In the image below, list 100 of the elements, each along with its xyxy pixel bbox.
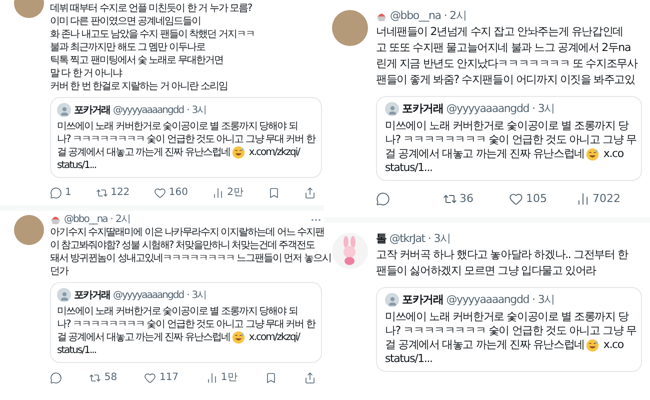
separator-dot: · bbox=[186, 288, 189, 302]
default-avatar-icon bbox=[57, 288, 71, 302]
quoted-tweet[interactable]: 포카거래 @yyyyaaaangdd · 3시 미쓰에이 노래 커버한거로 숯이공이로 별 조롱까지 당해야 되 나? ㅋㅋㅋㅋㅋㅋㅋㅋ 숯이 언급한 것도 아니고 그냥 무대 커버 한 걸 공계에서 대놓고 까는게 진짜 유난스럽네 x.com/zkzqi/ status/1... bbox=[50, 282, 322, 363]
quoted-tweet[interactable]: 포카거래 @yyyyaaaangdd · 3시 미쓰에이 노래 커버한거로 숯이공이로 별 조롱까지 당 나? ㅋㅋㅋㅋㅋㅋㅋㅋ 숯이 언급한 것도 아니고 그냥 무 걸 공계에서 대놓고 까는게 진짜 유난스럽네 x.co status/1... bbox=[376, 287, 642, 372]
user-handle: @tkrJat bbox=[389, 231, 425, 247]
quote-text: 미쓰에이 노래 커버한거로 숯이공이로 별 조롱까지 당해야 되 bbox=[57, 305, 298, 318]
display-name: 톨 bbox=[376, 231, 386, 247]
separator-dot: · bbox=[186, 104, 189, 116]
default-avatar-icon bbox=[57, 103, 71, 117]
post-time: 2시 bbox=[115, 213, 130, 226]
action-count: 2만 bbox=[227, 186, 244, 199]
tweet-text: 틱톡 찍고 팬미팅에서 숯 노래로 무대한거면 bbox=[50, 54, 223, 67]
user-handle: @yyyyaaaangdd bbox=[446, 293, 530, 307]
tweet-text: 팬들이 좋게 봐줌? 수지팬들이 어디까지 이짓을 봐주고있 bbox=[376, 72, 635, 88]
link-text[interactable]: x.co bbox=[603, 147, 624, 161]
tweet-text: 이 참고봐줘야함? 성불 시험해? 처맞을만하니 처맞는건데 주객전도 bbox=[50, 239, 315, 252]
photo-placeholder bbox=[14, 215, 44, 245]
tweet-text: 돼서 방귀뀐놈이 성내고있네ㅋㅋㅋㅋㅋㅋㅋㅋ 느그팬들이 먼저 놓으시 bbox=[50, 252, 331, 265]
link-text[interactable]: x.com/zkzqi/ bbox=[248, 331, 300, 344]
heart-icon[interactable] bbox=[509, 192, 523, 206]
separator-dot: · bbox=[428, 231, 431, 247]
reply-icon[interactable] bbox=[50, 186, 62, 198]
tweet-text: 불과 최근까지만 해도 그 멤만 이두나로 bbox=[50, 41, 205, 54]
post-time: 3시 bbox=[192, 288, 206, 302]
link-text[interactable]: x.co bbox=[603, 338, 624, 352]
action-count: 1 bbox=[65, 186, 72, 199]
user-handle: @bbo__na bbox=[64, 213, 108, 226]
quote-text: 걸 공계에서 대놓고 까는게 진짜 유난스럽네 bbox=[57, 146, 230, 159]
tweet-text: 너네팬들이 2년넘게 수지 잡고 안놔주는게 유난갑인데 bbox=[376, 24, 623, 40]
display-name: 포카거래 bbox=[402, 102, 444, 116]
quote-text: 걸 공계에서 대놓고 까는게 진짜 유난스럽네 bbox=[385, 147, 584, 161]
retweet-icon[interactable] bbox=[89, 372, 102, 384]
quote-text: 미쓰에이 노래 커버한거로 숯이공이로 별 조롱까지 당 bbox=[385, 310, 628, 324]
post-time: 3시 bbox=[538, 102, 554, 116]
reply-icon[interactable] bbox=[50, 372, 62, 384]
separator-dot: · bbox=[444, 8, 447, 24]
display-name: 포카거래 bbox=[74, 288, 110, 302]
action-count: 160 bbox=[168, 186, 188, 199]
bar-chart-icon[interactable] bbox=[212, 186, 224, 198]
tweet-text: 팬들이 싫어하겠지 모르면 그냥 입다물고 있어라 bbox=[376, 263, 596, 279]
bookmark-icon[interactable] bbox=[264, 372, 277, 384]
quote-text: 미쓰에이 노래 커버한거로 숯이공이로 별 조롱까지 당해야 되 bbox=[57, 120, 298, 133]
photo-placeholder bbox=[332, 10, 368, 46]
display-name: 포카거래 bbox=[74, 104, 110, 116]
quote-text: 나? ㅋㅋㅋㅋㅋㅋㅋㅋ 숯이 언급한 것도 아니고 그냥 무 bbox=[385, 133, 636, 147]
tweet-text: 고 또또 수지팬 물고늘어지네 불과 느그 공계에서 2두na bbox=[376, 40, 630, 56]
action-count: 105 bbox=[526, 191, 547, 207]
action-count: 7022 bbox=[592, 191, 620, 207]
action-count: 36 bbox=[460, 191, 474, 207]
separator-dot: · bbox=[532, 293, 535, 307]
default-avatar-icon bbox=[385, 293, 399, 307]
tweet-text: 이미 다른 판이였으면 공계네임드들이 bbox=[50, 15, 201, 28]
quote-text: 걸 공계에서 대놓고 까는게 진짜 유난스럽네 bbox=[385, 338, 584, 352]
post-time: 3시 bbox=[538, 293, 554, 307]
tweet-text: 린게 지금 반년도 안지났다ㅋㅋㅋㅋㅋㅋㅋ 또 수지조무사 bbox=[376, 56, 638, 72]
tweet-text: 화 존나 내고도 남았을 수지 팬들이 착했던 거지ㅋㅋ bbox=[50, 28, 254, 41]
quote-text: 나? ㅋㅋㅋㅋㅋㅋㅋㅋ 숯이 언급한 것도 아니고 그냥 무대 커버 한 bbox=[57, 318, 315, 331]
reply-icon[interactable] bbox=[376, 192, 390, 206]
display-name: 포카거래 bbox=[402, 293, 444, 307]
share-icon[interactable] bbox=[304, 186, 316, 198]
tweet-text: 던가 bbox=[50, 265, 68, 278]
default-avatar-icon bbox=[385, 102, 399, 116]
quote-text: status/1... bbox=[57, 159, 96, 172]
separator-dot: · bbox=[532, 102, 535, 116]
quote-text: status/1... bbox=[385, 352, 432, 366]
user-handle: @yyyyaaaangdd bbox=[446, 102, 530, 116]
quoted-tweet[interactable]: 포카거래 @yyyyaaaangdd · 3시 미쓰에이 노래 커버한거로 숯이공이로 별 조롱까지 당해야 되 나? ㅋㅋㅋㅋㅋㅋㅋㅋ 숯이 언급한 것도 아니고 그냥 무대 커버 한 걸 공계에서 대놓고 까는게 진짜 유난스럽네 x.com/zkzqi/ status/1... bbox=[50, 97, 322, 178]
tweet-text: 고작 커버곡 하나 했다고 놓아달라 하겠나.. 그전부터 한 bbox=[376, 247, 628, 263]
quote-text: 미쓰에이 노래 커버한거로 숯이공이로 별 조롱까지 당 bbox=[385, 119, 628, 133]
tweet-text: 말 다 한 거 아니냐 bbox=[50, 67, 122, 80]
post-time: 3시 bbox=[434, 231, 450, 247]
user-handle: @bbo__na bbox=[390, 8, 441, 24]
action-count: 1만 bbox=[220, 371, 238, 384]
tweet-text: 데뷔 때부터 수지로 언플 미친듯이 한 거 누가 모름? bbox=[50, 2, 252, 15]
post-time: 2시 bbox=[450, 8, 466, 24]
tweet-text: 아기수지 수지딸래미에 이은 나카무라수지 이지랄하는데 어느 수지팬 bbox=[50, 226, 324, 239]
quote-text: 나? ㅋㅋㅋㅋㅋㅋㅋㅋ 숯이 언급한 것도 아니고 그냥 무대 커버 한 bbox=[57, 133, 315, 146]
action-count: 117 bbox=[159, 371, 179, 384]
tweet-text: 커버 한 번 한걸로 지랄하는 거 아니란 소리임 bbox=[50, 80, 228, 93]
share-icon[interactable] bbox=[304, 372, 316, 384]
user-handle: @yyyyaaaangdd bbox=[113, 104, 184, 116]
retweet-icon[interactable] bbox=[442, 192, 456, 206]
bar-chart-icon[interactable] bbox=[576, 192, 590, 206]
quoted-tweet[interactable]: 포카거래 @yyyyaaaangdd · 3시 미쓰에이 노래 커버한거로 숯이공이로 별 조롱까지 당 나? ㅋㅋㅋㅋㅋㅋㅋㅋ 숯이 언급한 것도 아니고 그냥 무 걸 공계에서 대놓고 까는게 진짜 유난스럽네 x.co status/1... bbox=[376, 96, 642, 181]
bookmark-icon[interactable] bbox=[268, 186, 280, 198]
quote-text: status/1... bbox=[385, 161, 432, 175]
heart-icon[interactable] bbox=[154, 186, 166, 198]
quote-text: 걸 공계에서 대놓고 까는게 진짜 유난스럽네 bbox=[57, 331, 230, 344]
separator-dot: · bbox=[110, 213, 112, 226]
retweet-icon[interactable] bbox=[96, 186, 108, 198]
quote-text: 나? ㅋㅋㅋㅋㅋㅋㅋㅋ 숯이 언급한 것도 아니고 그냥 무 bbox=[385, 324, 636, 338]
user-handle: @yyyyaaaangdd bbox=[113, 288, 184, 302]
action-count: 58 bbox=[104, 371, 118, 384]
action-count: 122 bbox=[110, 186, 130, 199]
rabbit-avatar bbox=[332, 233, 368, 269]
quote-text: status/1... bbox=[57, 344, 96, 357]
heart-icon[interactable] bbox=[144, 372, 156, 384]
link-text[interactable]: x.com/zkzqi/ bbox=[248, 146, 300, 159]
bar-chart-icon[interactable] bbox=[206, 372, 218, 384]
post-time: 3시 bbox=[192, 104, 206, 116]
